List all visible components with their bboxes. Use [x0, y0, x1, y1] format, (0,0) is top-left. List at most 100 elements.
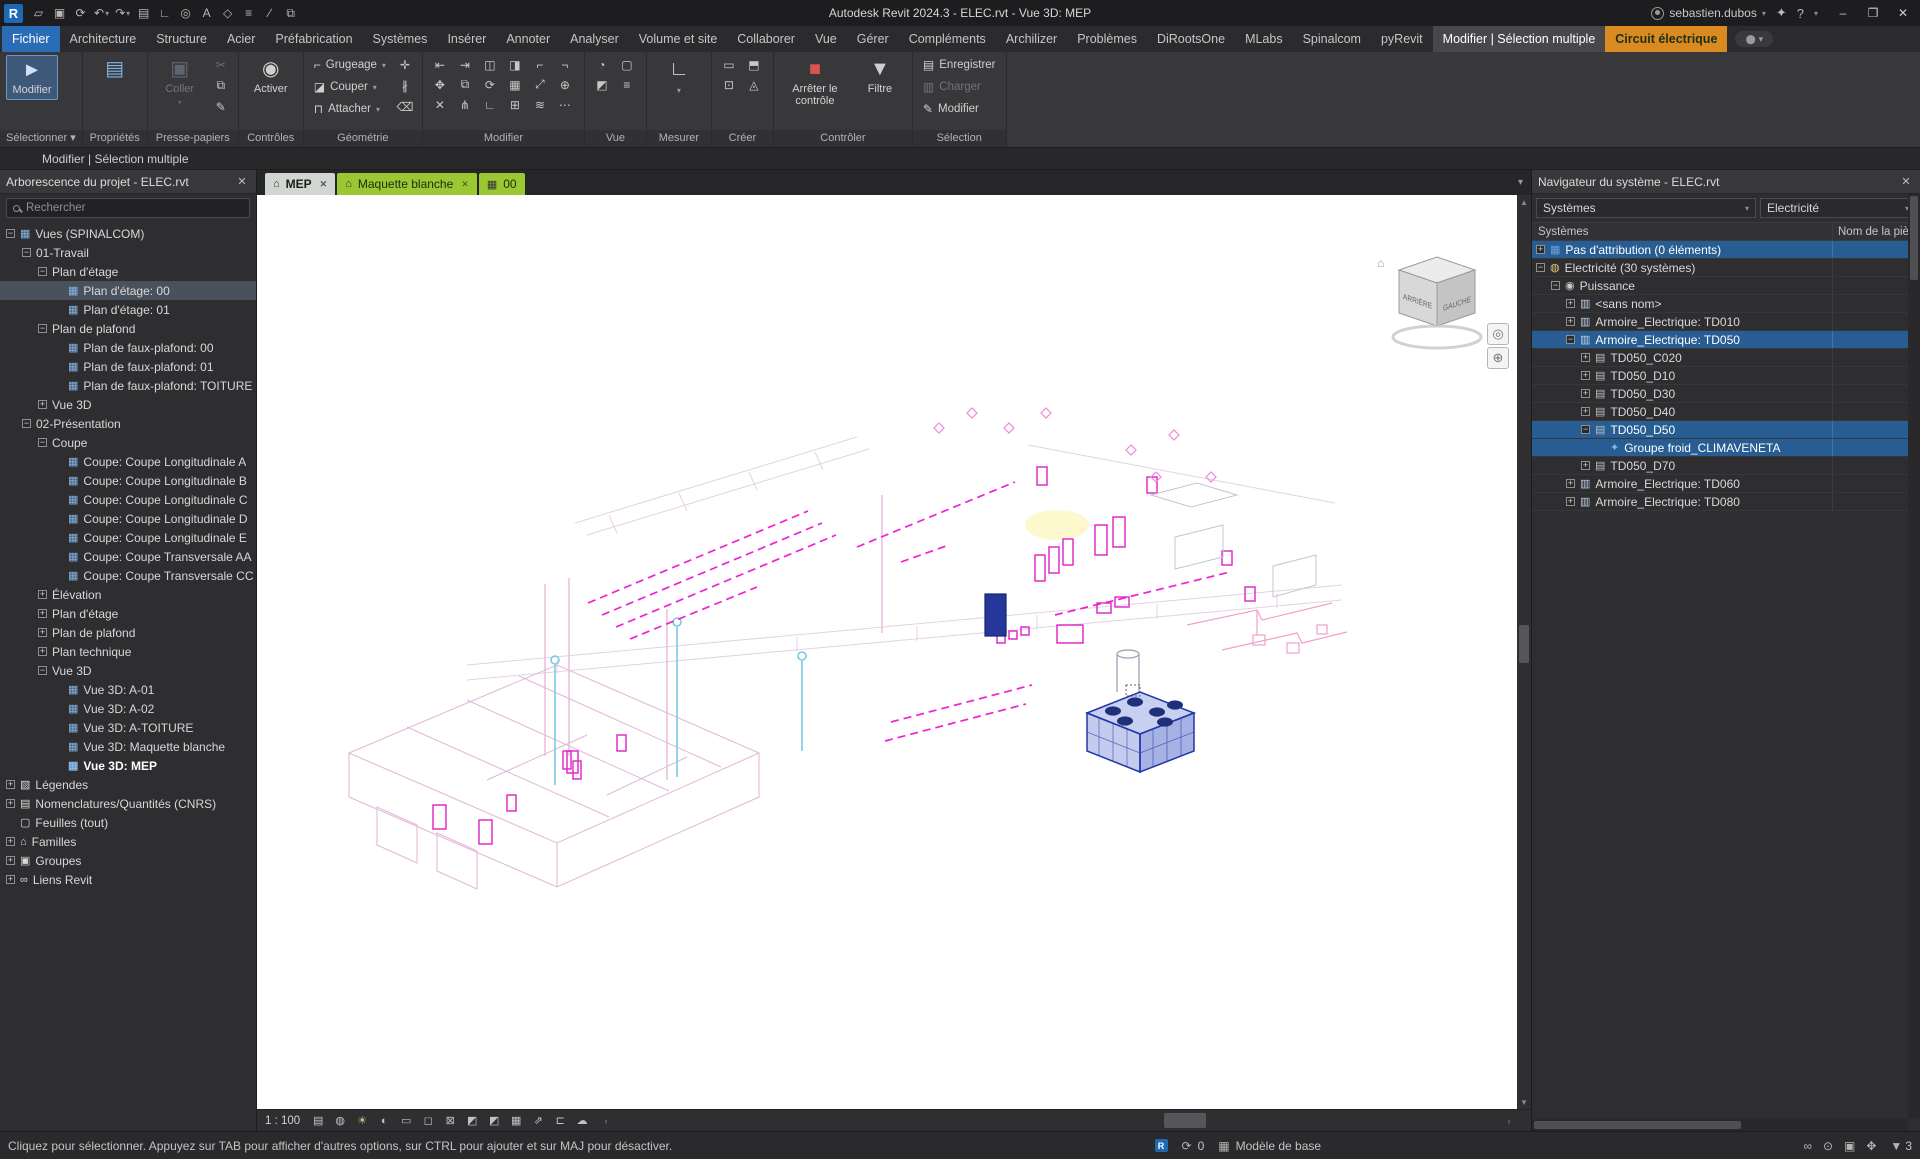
expander-icon[interactable]: −: [38, 267, 47, 276]
ribbon-button-coller[interactable]: ▣Coller▾: [154, 55, 206, 110]
ribbon-tab-annoter[interactable]: Annoter: [496, 26, 560, 52]
expander-icon[interactable]: +: [1566, 299, 1575, 308]
column-header-systems[interactable]: Systèmes: [1532, 223, 1832, 240]
ribbon-tab-volume-et-site[interactable]: Volume et site: [629, 26, 728, 52]
section-icon[interactable]: ≡: [239, 3, 258, 23]
bim360-icon[interactable]: ☁: [572, 1112, 592, 1130]
ribbon-tab-mlabs[interactable]: MLabs: [1235, 26, 1293, 52]
expander-icon[interactable]: +: [6, 856, 15, 865]
search-input[interactable]: Rechercher: [6, 198, 250, 218]
expander-icon[interactable]: +: [6, 799, 15, 808]
expander-icon[interactable]: +: [1536, 245, 1545, 254]
ribbon-tab-circuit-électrique[interactable]: Circuit électrique: [1605, 26, 1727, 52]
editable-count-chip[interactable]: ⟳ 0: [1182, 1139, 1205, 1153]
system-tree-item-td050-c020[interactable]: +▤TD050_C020: [1532, 349, 1920, 367]
system-tree-item-td050-d10[interactable]: +▤TD050_D10: [1532, 367, 1920, 385]
expander-icon[interactable]: +: [1581, 461, 1590, 470]
project-tree-item-coupe-coupe-transversale-cc[interactable]: ▦Coupe: Coupe Transversale CC: [0, 566, 256, 585]
scroll-left-icon[interactable]: ‹: [598, 1116, 614, 1126]
scroll-up-icon[interactable]: ▲: [1520, 195, 1528, 209]
ribbon-tab-insérer[interactable]: Insérer: [437, 26, 496, 52]
close-icon[interactable]: ✕: [320, 179, 328, 190]
project-tree-item-coupe-coupe-transversale-aa[interactable]: ▦Coupe: Coupe Transversale AA: [0, 547, 256, 566]
horizontal-scroll-thumb[interactable]: [1164, 1113, 1206, 1128]
text-icon[interactable]: A: [197, 3, 216, 23]
system-browser-horizontal-scrollbar[interactable]: [1532, 1119, 1908, 1131]
scroll-right-icon[interactable]: ›: [1501, 1116, 1517, 1126]
project-tree-item-plan-technique[interactable]: +Plan technique: [0, 642, 256, 661]
discipline-select[interactable]: Electricité ▾: [1760, 198, 1916, 218]
project-tree-item-plan-de-faux-plafond-00[interactable]: ▦Plan de faux-plafond: 00: [0, 338, 256, 357]
thin-lines-icon[interactable]: ∕: [260, 3, 279, 23]
trim-corner-button[interactable]: ⌐: [529, 55, 551, 74]
system-tree-item-electricité-30-systèmes[interactable]: −◍Electricité (30 systèmes): [1532, 259, 1920, 277]
isolate-button[interactable]: ▢: [616, 55, 638, 74]
expander-icon[interactable]: −: [22, 248, 31, 257]
undo-icon-chevron[interactable]: ▾: [105, 9, 109, 18]
system-browser-vscroll-thumb[interactable]: [1910, 196, 1918, 280]
close-icon[interactable]: ✕: [461, 179, 469, 190]
vertical-scroll-track[interactable]: [1517, 209, 1531, 1095]
move-button[interactable]: ✥: [429, 75, 451, 94]
select-links-icon[interactable]: ∞: [1803, 1139, 1812, 1153]
selection-filter[interactable]: ▼ 3: [1890, 1139, 1912, 1153]
vertical-scrollbar[interactable]: ▲ ▼: [1517, 195, 1531, 1109]
system-tree-item-sans-nom[interactable]: +▥<sans nom>: [1532, 295, 1920, 313]
ribbon-tab-architecture[interactable]: Architecture: [60, 26, 147, 52]
expander-icon[interactable]: +: [38, 628, 47, 637]
ribbon-tab-spinalcom[interactable]: Spinalcom: [1293, 26, 1371, 52]
project-tree-item-vue-3d-mep[interactable]: ▦Vue 3D: MEP: [0, 756, 256, 775]
extend-button[interactable]: ≋: [529, 95, 551, 114]
project-tree-item-plan-d-étage-01[interactable]: ▦Plan d'étage: 01: [0, 300, 256, 319]
close-button[interactable]: ✕: [1888, 0, 1918, 26]
project-tree-item-légendes[interactable]: +▧Légendes: [0, 775, 256, 794]
project-tree-item-liens-revit[interactable]: +∞Liens Revit: [0, 870, 256, 889]
project-tree-item-vue-3d[interactable]: +Vue 3D: [0, 395, 256, 414]
steering-wheel-icon[interactable]: ◎: [1487, 323, 1509, 345]
ribbon-button-charger[interactable]: ▥Charger: [919, 77, 1000, 97]
project-tree-item-vue-3d[interactable]: −Vue 3D: [0, 661, 256, 680]
reveal-hidden-button[interactable]: ◩: [591, 75, 613, 94]
view-tab-maquette-blanche[interactable]: ⌂Maquette blanche✕: [337, 173, 477, 195]
project-tree-item-coupe-coupe-longitudinale-a[interactable]: ▦Coupe: Coupe Longitudinale A: [0, 452, 256, 471]
copy-element-button[interactable]: ⧉: [454, 75, 476, 94]
project-tree-item-plan-de-plafond[interactable]: −Plan de plafond: [0, 319, 256, 338]
project-tree-item-01-travail[interactable]: −01-Travail: [0, 243, 256, 262]
project-tree-item-vues-spinalcom[interactable]: −▦Vues (SPINALCOM): [0, 224, 256, 243]
project-tree-item-coupe-coupe-longitudinale-e[interactable]: ▦Coupe: Coupe Longitudinale E: [0, 528, 256, 547]
expander-icon[interactable]: +: [1566, 317, 1575, 326]
view-tab-mep[interactable]: ⌂MEP✕: [265, 173, 335, 195]
ribbon-tab-vue[interactable]: Vue: [805, 26, 847, 52]
ribbon-button-modifier[interactable]: ✎Modifier: [919, 99, 1000, 119]
trim-multi-button[interactable]: ∟: [479, 95, 501, 114]
expander-icon[interactable]: +: [38, 590, 47, 599]
project-tree-item-vue-3d-a-toiture[interactable]: ▦Vue 3D: A-TOITURE: [0, 718, 256, 737]
ribbon-button-filtre[interactable]: ▼Filtre: [854, 55, 906, 98]
system-tree-item-td050-d50[interactable]: −▤TD050_D50: [1532, 421, 1920, 439]
project-tree-item-feuilles-tout[interactable]: ▢Feuilles (tout): [0, 813, 256, 832]
mirror-line-button[interactable]: ◨: [504, 55, 526, 74]
project-tree-item-vue-3d-a-01[interactable]: ▦Vue 3D: A-01: [0, 680, 256, 699]
project-tree-item-élévation[interactable]: +Élévation: [0, 585, 256, 604]
expander-icon[interactable]: −: [1581, 425, 1590, 434]
view-by-select[interactable]: Systèmes ▾: [1536, 198, 1756, 218]
override-button[interactable]: ≡: [616, 75, 638, 94]
horizontal-scroll-track[interactable]: [614, 1110, 1501, 1131]
temporary-properties-icon[interactable]: ▦: [506, 1112, 526, 1130]
expander-icon[interactable]: +: [1581, 389, 1590, 398]
expander-icon[interactable]: −: [38, 666, 47, 675]
ribbon-button-grugeage[interactable]: ⌐Grugeage▾: [310, 55, 390, 75]
unpin-button[interactable]: ⊞: [504, 95, 526, 114]
project-tree-item-vue-3d-maquette-blanche[interactable]: ▦Vue 3D: Maquette blanche: [0, 737, 256, 756]
close-icon[interactable]: ✕: [234, 175, 250, 188]
project-tree-item-plan-d-étage-00[interactable]: ▦Plan d'étage: 00: [0, 281, 256, 300]
ribbon-tab-dirootsone[interactable]: DiRootsOne: [1147, 26, 1235, 52]
ribbon-tab-structure[interactable]: Structure: [146, 26, 217, 52]
ribbon-tab-fichier[interactable]: Fichier: [2, 26, 60, 52]
paint-button[interactable]: ✛: [394, 55, 416, 74]
expander-icon[interactable]: +: [1581, 353, 1590, 362]
ribbon-tab-gérer[interactable]: Gérer: [847, 26, 899, 52]
project-tree-item-familles[interactable]: +⌂Familles: [0, 832, 256, 851]
ribbon-button-modifier[interactable]: ►Modifier: [6, 55, 58, 100]
project-tree-item-plan-de-faux-plafond-toiture[interactable]: ▦Plan de faux-plafond: TOITURE: [0, 376, 256, 395]
